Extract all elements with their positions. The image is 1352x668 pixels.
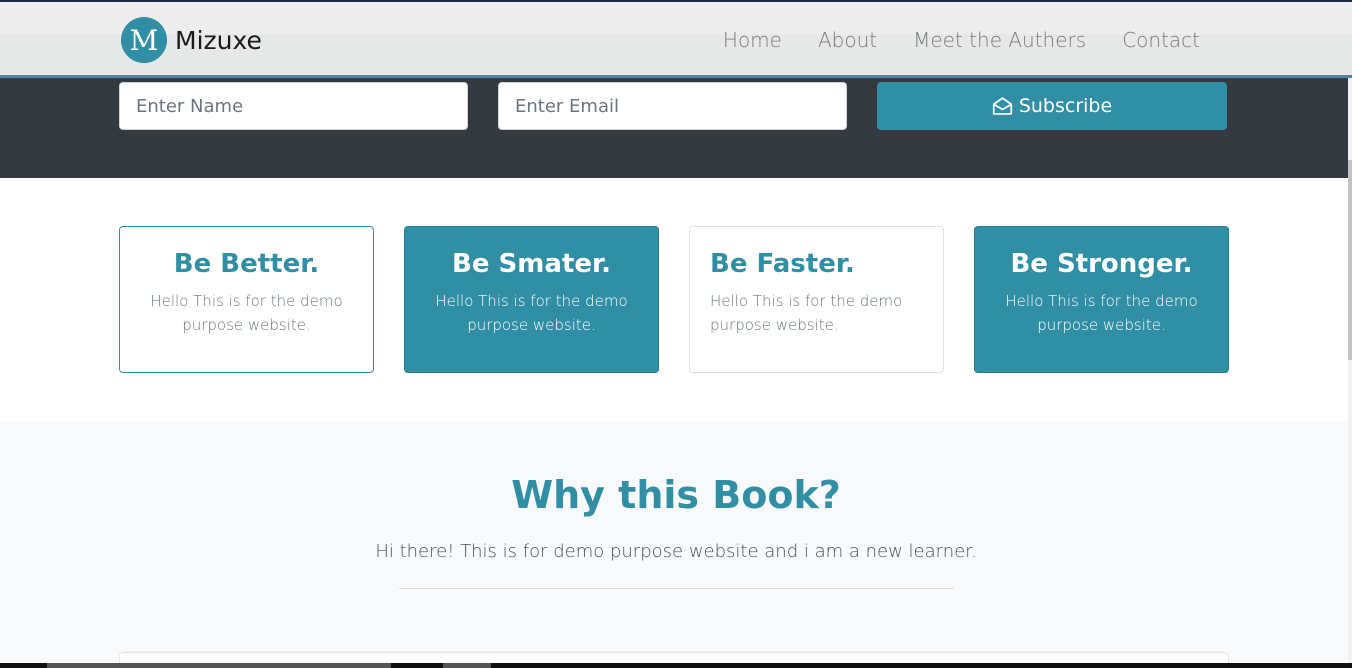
nav-link-about[interactable]: About bbox=[818, 28, 877, 52]
feature-card-smater: Be Smater. Hello This is for the demo pu… bbox=[404, 226, 659, 373]
name-input[interactable] bbox=[119, 82, 468, 130]
nav-menu: Home About Meet the Authers Contact bbox=[723, 28, 1200, 52]
navbar: M Mizuxe Home About Meet the Authers Con… bbox=[0, 2, 1352, 78]
envelope-open-icon bbox=[992, 97, 1012, 115]
scrollbar-thumb[interactable] bbox=[1348, 160, 1352, 360]
subscribe-button[interactable]: Subscribe bbox=[877, 82, 1227, 130]
subscribe-button-label: Subscribe bbox=[1018, 95, 1113, 117]
why-title: Why this Book? bbox=[511, 473, 841, 517]
feature-text: Hello This is for the demo purpose websi… bbox=[1005, 292, 1198, 334]
why-text: Hi there! This is for demo purpose websi… bbox=[375, 541, 977, 562]
taskbar-segment bbox=[443, 663, 491, 668]
why-section: Why this Book? Hi there! This is for dem… bbox=[0, 421, 1352, 668]
feature-text: Hello This is for the demo purpose websi… bbox=[150, 292, 343, 334]
why-divider bbox=[398, 588, 954, 589]
nav-link-home[interactable]: Home bbox=[723, 28, 782, 52]
feature-title: Be Smater. bbox=[452, 249, 611, 279]
feature-text: Hello This is for the demo purpose websi… bbox=[435, 292, 628, 334]
email-input[interactable] bbox=[498, 82, 847, 130]
nav-link-contact[interactable]: Contact bbox=[1122, 28, 1200, 52]
subscribe-form: Subscribe bbox=[119, 82, 1228, 130]
nav-link-authors[interactable]: Meet the Authers bbox=[913, 28, 1086, 52]
features-row: Be Better. Hello This is for the demo pu… bbox=[119, 226, 1229, 373]
brand[interactable]: M Mizuxe bbox=[121, 17, 262, 63]
feature-title: Be Faster. bbox=[710, 249, 855, 279]
brand-logo-icon: M bbox=[121, 17, 167, 63]
feature-text: Hello This is for the demo purpose websi… bbox=[710, 292, 903, 334]
brand-name: Mizuxe bbox=[175, 25, 262, 55]
taskbar-segment bbox=[47, 663, 391, 668]
feature-card-better: Be Better. Hello This is for the demo pu… bbox=[119, 226, 374, 373]
feature-title: Be Better. bbox=[173, 249, 320, 279]
feature-card-stronger: Be Stronger. Hello This is for the demo … bbox=[974, 226, 1229, 373]
feature-card-faster: Be Faster. Hello This is for the demo pu… bbox=[689, 226, 944, 373]
feature-title: Be Stronger. bbox=[1010, 249, 1193, 279]
